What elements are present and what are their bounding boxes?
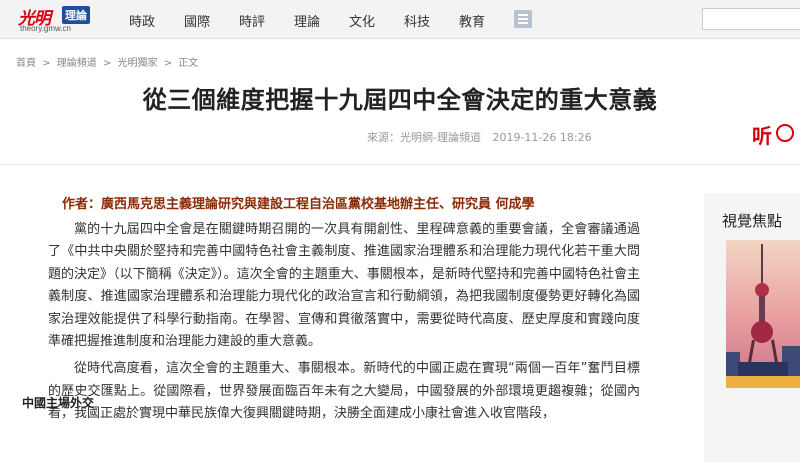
nav-item-theory[interactable]: 理論 [294,11,320,30]
nav-item-culture[interactable]: 文化 [349,11,375,30]
logo-badge: 理論 [62,6,90,24]
nav-item-international[interactable]: 國際 [184,11,210,30]
header-divider [0,164,800,165]
breadcrumb: 首頁 > 理論頻道 > 光明獨家 > 正文 [16,54,198,69]
article-meta: 來源：光明網-理論頻道 2019-11-26 18:26 [367,129,592,145]
breadcrumb-separator: > [102,58,112,69]
visual-focus-image[interactable] [726,240,800,388]
breadcrumb-exclusive[interactable]: 光明獨家 [118,58,158,69]
article-date: 2019-11-26 18:26 [492,131,592,144]
search-input[interactable] [702,8,800,30]
article-source: 來源：光明網-理論頻道 [367,131,481,144]
breadcrumb-home[interactable]: 首頁 [16,58,36,69]
article-paragraph: 從時代高度看，這次全會的主題重大、事關根本。新時代的中國正處在實現“兩個一百年”… [48,361,640,422]
breadcrumb-separator: > [163,58,173,69]
sidebar-caption[interactable]: 中國主場外交 [22,394,94,411]
breadcrumb-theory-channel[interactable]: 理論頻道 [57,58,97,69]
menu-grid-icon[interactable] [514,10,532,28]
logo-url: theory.gmw.cn [20,24,71,33]
nav-item-education[interactable]: 教育 [459,11,485,30]
article-title: 從三個維度把握十九屆四中全會決定的重大意義 [142,86,658,114]
top-nav-bar: 光明 理論 theory.gmw.cn 時政 國際 時評 理論 文化 科技 教育 [0,0,800,39]
nav-item-commentary[interactable]: 時評 [239,11,265,30]
nav-item-politics[interactable]: 時政 [129,11,155,30]
article-paragraph: 黨的十九屆四中全會是在關鍵時期召開的一次具有開創性、里程碑意義的重要會議，全會審… [48,222,640,350]
sidebar-title: 視覺焦點 [722,212,783,230]
audio-icon [776,124,794,142]
article-body: 作者：廣西馬克思主義理論研究與建設工程自治區黨校基地辦主任、研究員 何成學 黨的… [48,194,640,431]
breadcrumb-current: 正文 [178,58,199,69]
breadcrumb-separator: > [42,58,51,69]
article-author: 作者：廣西馬克思主義理論研究與建設工程自治區黨校基地辦主任、研究員 何成學 [62,197,535,212]
listen-button[interactable]: 听 [752,118,800,152]
nav-item-tech[interactable]: 科技 [404,11,430,30]
site-logo[interactable]: 光明 理論 theory.gmw.cn [18,4,110,34]
listen-label: 听 [752,124,772,148]
